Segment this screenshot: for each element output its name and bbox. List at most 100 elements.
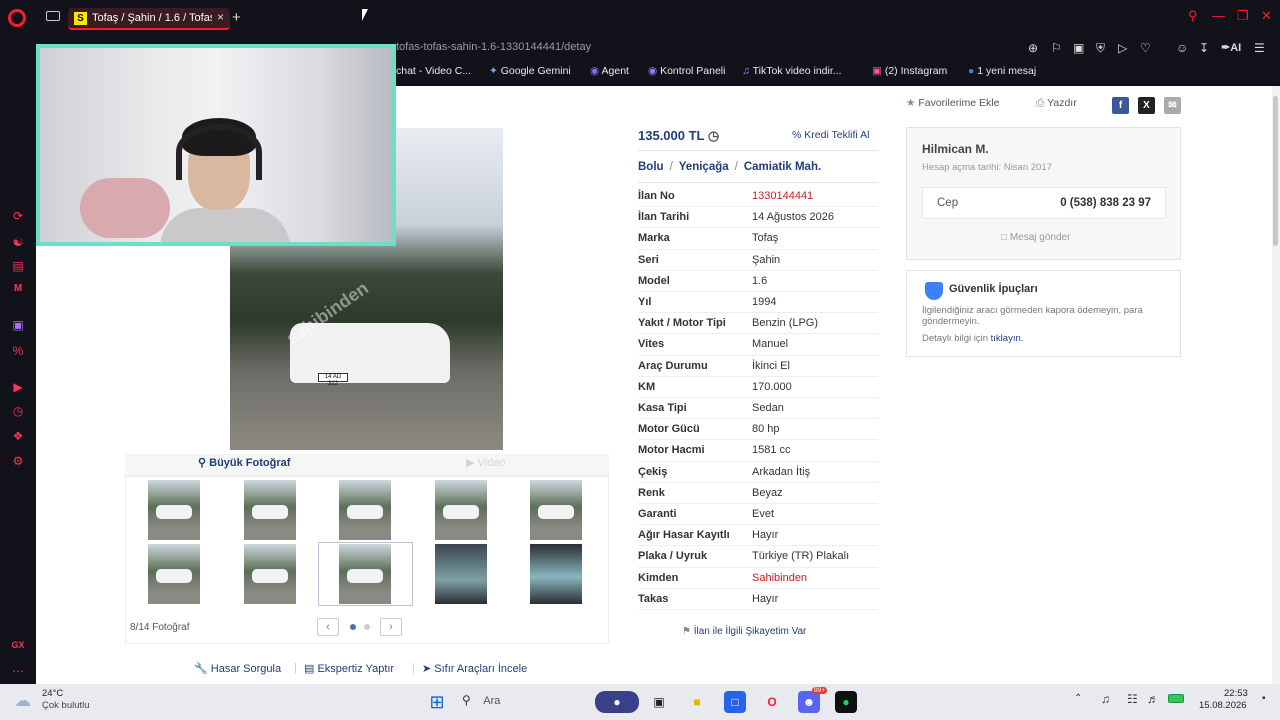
link-separator: | — [294, 662, 297, 674]
battery-icon[interactable] — [1168, 694, 1184, 703]
sidebar-m-icon[interactable]: M — [10, 283, 26, 299]
speaker-icon[interactable]: ♬ — [1147, 692, 1159, 706]
snapshot-icon[interactable]: ▣ — [1073, 41, 1084, 55]
zoom-icon[interactable]: ⊕ — [1028, 41, 1038, 55]
sidebar-shop-icon[interactable]: ☯ — [10, 235, 26, 251]
print-button[interactable]: ⎙ Yazdır — [1036, 97, 1077, 110]
thumbnail-interior[interactable] — [435, 544, 487, 604]
heart-icon[interactable]: ♡ — [1140, 41, 1151, 55]
search-placeholder: Ara — [483, 695, 501, 707]
opera-logo-icon[interactable] — [8, 9, 26, 27]
microphone-icon[interactable]: ♫ — [1101, 692, 1110, 706]
prev-photo-button[interactable]: ‹ — [317, 618, 339, 636]
taskbar-app-icon[interactable]: □ — [724, 691, 746, 713]
sidebar-gx-icon[interactable]: GX — [10, 640, 26, 656]
pin-icon[interactable]: ⚐ — [1051, 41, 1062, 55]
sidebar-extensions-icon[interactable]: ❖ — [10, 429, 26, 445]
minimize-icon[interactable]: — — [1212, 8, 1225, 23]
thumbnail[interactable] — [244, 544, 296, 604]
page-dot-active[interactable] — [350, 624, 356, 630]
sidebar-wallet-icon[interactable]: ▤ — [10, 259, 26, 275]
breadcrumb-district[interactable]: Yeniçağa — [679, 161, 729, 173]
price-history-icon[interactable]: ◷ — [708, 128, 719, 143]
seller-since: Hesap açma tarihi: Nisan 2017 — [922, 162, 1052, 173]
seller-name[interactable]: Hilmican M. — [922, 142, 989, 156]
sidebar-aria-icon[interactable]: ⟳ — [10, 209, 26, 225]
bookmark-label: 1 yeni mesaj — [977, 65, 1037, 77]
bookmark-tiktok[interactable]: ♫ TikTok video indir... — [742, 65, 842, 77]
mail-icon[interactable]: ✉ — [1164, 97, 1181, 114]
expertise-label: Ekspertiz Yaptır — [317, 663, 395, 675]
phone-box[interactable]: Cep 0 (538) 838 23 97 — [922, 187, 1166, 219]
taskbar-discord-icon[interactable]: ☻ — [798, 691, 820, 713]
sidebar-more-icon[interactable]: ⋯ — [10, 664, 26, 680]
breadcrumb-city[interactable]: Bolu — [638, 161, 664, 173]
download-icon[interactable]: ↧ — [1199, 41, 1209, 55]
thumbnail-interior[interactable] — [530, 544, 582, 604]
menu-icon[interactable]: ☰ — [1254, 41, 1265, 55]
shield-icon[interactable]: ⛨ — [1096, 41, 1105, 56]
sidebar-settings-icon[interactable]: ⚙ — [10, 454, 26, 470]
new-tab-icon[interactable]: + — [232, 9, 241, 26]
close-window-icon[interactable]: ✕ — [1261, 8, 1272, 24]
tips-more-link[interactable]: tıklayın. — [991, 333, 1024, 344]
tab-active[interactable]: S Tofaş / Şahin / 1.6 / Tofaş Ş × — [68, 8, 230, 30]
large-photo-button[interactable]: ⚲ Büyük Fotoğraf — [198, 456, 290, 469]
link-separator: | — [412, 662, 415, 674]
clock-date[interactable]: 15.08.2026 — [1199, 700, 1247, 711]
next-photo-button[interactable]: › — [380, 618, 402, 636]
maximize-icon[interactable]: ❐ — [1237, 8, 1249, 24]
add-favorite-button[interactable]: ★ Favorilerime Ekle — [906, 97, 999, 109]
complaint-link[interactable]: ⚑ İlan ile İlgili Şikayetim Var — [682, 626, 806, 637]
taskbar-opera-icon[interactable]: O — [761, 691, 783, 713]
new-cars-link[interactable]: ➤ Sıfır Araçları İncele — [422, 662, 527, 675]
sidebar-percent-icon[interactable]: % — [10, 344, 26, 360]
bookmark-panel[interactable]: ◉ Kontrol Paneli — [648, 65, 725, 77]
page-scrollbar[interactable] — [1272, 86, 1280, 684]
clock-time[interactable]: 22:53 — [1224, 688, 1248, 699]
breadcrumb-neighborhood[interactable]: Camiatik Mah. — [744, 161, 821, 173]
thumbnail[interactable] — [244, 480, 296, 540]
wifi-icon[interactable]: ☷ — [1127, 692, 1138, 706]
damage-query-link[interactable]: 🔧 Hasar Sorgula — [194, 662, 281, 675]
bookmark-instagram[interactable]: ▣ (2) Instagram — [872, 65, 947, 77]
detail-row: Yıl 1994 — [638, 292, 878, 314]
close-tab-icon[interactable]: × — [217, 10, 224, 24]
facebook-icon[interactable]: f — [1112, 97, 1129, 114]
taskbar-task-view-icon[interactable]: ▣ — [648, 691, 670, 713]
thumbnail[interactable] — [435, 480, 487, 540]
taskbar-xbox-icon[interactable]: ● — [835, 691, 857, 713]
tab-favicon-icon: S — [74, 12, 87, 25]
start-button[interactable]: ⊞ — [426, 691, 448, 713]
bookmark-gemini[interactable]: ✦ Google Gemini — [489, 65, 571, 77]
ai-button[interactable]: ✒AI — [1221, 41, 1241, 54]
sidebar-player-icon[interactable]: ▶ — [10, 380, 26, 396]
credit-offer-link[interactable]: % Kredi Teklifi Al — [792, 129, 869, 141]
url-field[interactable]: tofas-tofas-sahin-1.6-1330144441/detay — [396, 41, 591, 53]
taskbar-search[interactable]: ⚲ Ara — [462, 691, 582, 713]
notifications-icon[interactable]: ▪ — [1262, 693, 1266, 704]
webcam-overlay[interactable] — [36, 44, 396, 246]
tray-chevron-icon[interactable]: ⌃ — [1074, 693, 1082, 704]
send-icon[interactable]: ▷ — [1118, 41, 1127, 55]
thumbnail[interactable] — [148, 544, 200, 604]
sidebar-history-icon[interactable]: ◷ — [10, 404, 26, 420]
profile-icon[interactable]: ☺ — [1176, 41, 1188, 55]
bookmark-video-chat[interactable]: chat - Video C... — [396, 65, 471, 77]
search-tabs-icon[interactable]: ⚲ — [1188, 8, 1198, 24]
tab-switcher-icon[interactable] — [46, 11, 60, 21]
expertise-link[interactable]: ▤ Ekspertiz Yaptır — [304, 662, 394, 675]
thumbnail-selected[interactable] — [339, 544, 391, 604]
send-message-button[interactable]: □ Mesaj gönder — [1001, 232, 1070, 243]
thumbnail[interactable] — [148, 480, 200, 540]
thumbnail[interactable] — [530, 480, 582, 540]
sidebar-twitch-icon[interactable]: ▣ — [10, 318, 26, 334]
bookmark-message[interactable]: ● 1 yeni mesaj — [968, 65, 1036, 77]
page-dot[interactable] — [364, 624, 370, 630]
taskbar-widget-icon[interactable]: ● — [595, 691, 639, 713]
taskbar-files-icon[interactable]: ■ — [686, 691, 708, 713]
thumbnail[interactable] — [339, 480, 391, 540]
bookmark-agent[interactable]: ◉ Agent — [590, 65, 629, 77]
detail-key: İlan No — [638, 190, 675, 202]
x-icon[interactable]: X — [1138, 97, 1155, 114]
